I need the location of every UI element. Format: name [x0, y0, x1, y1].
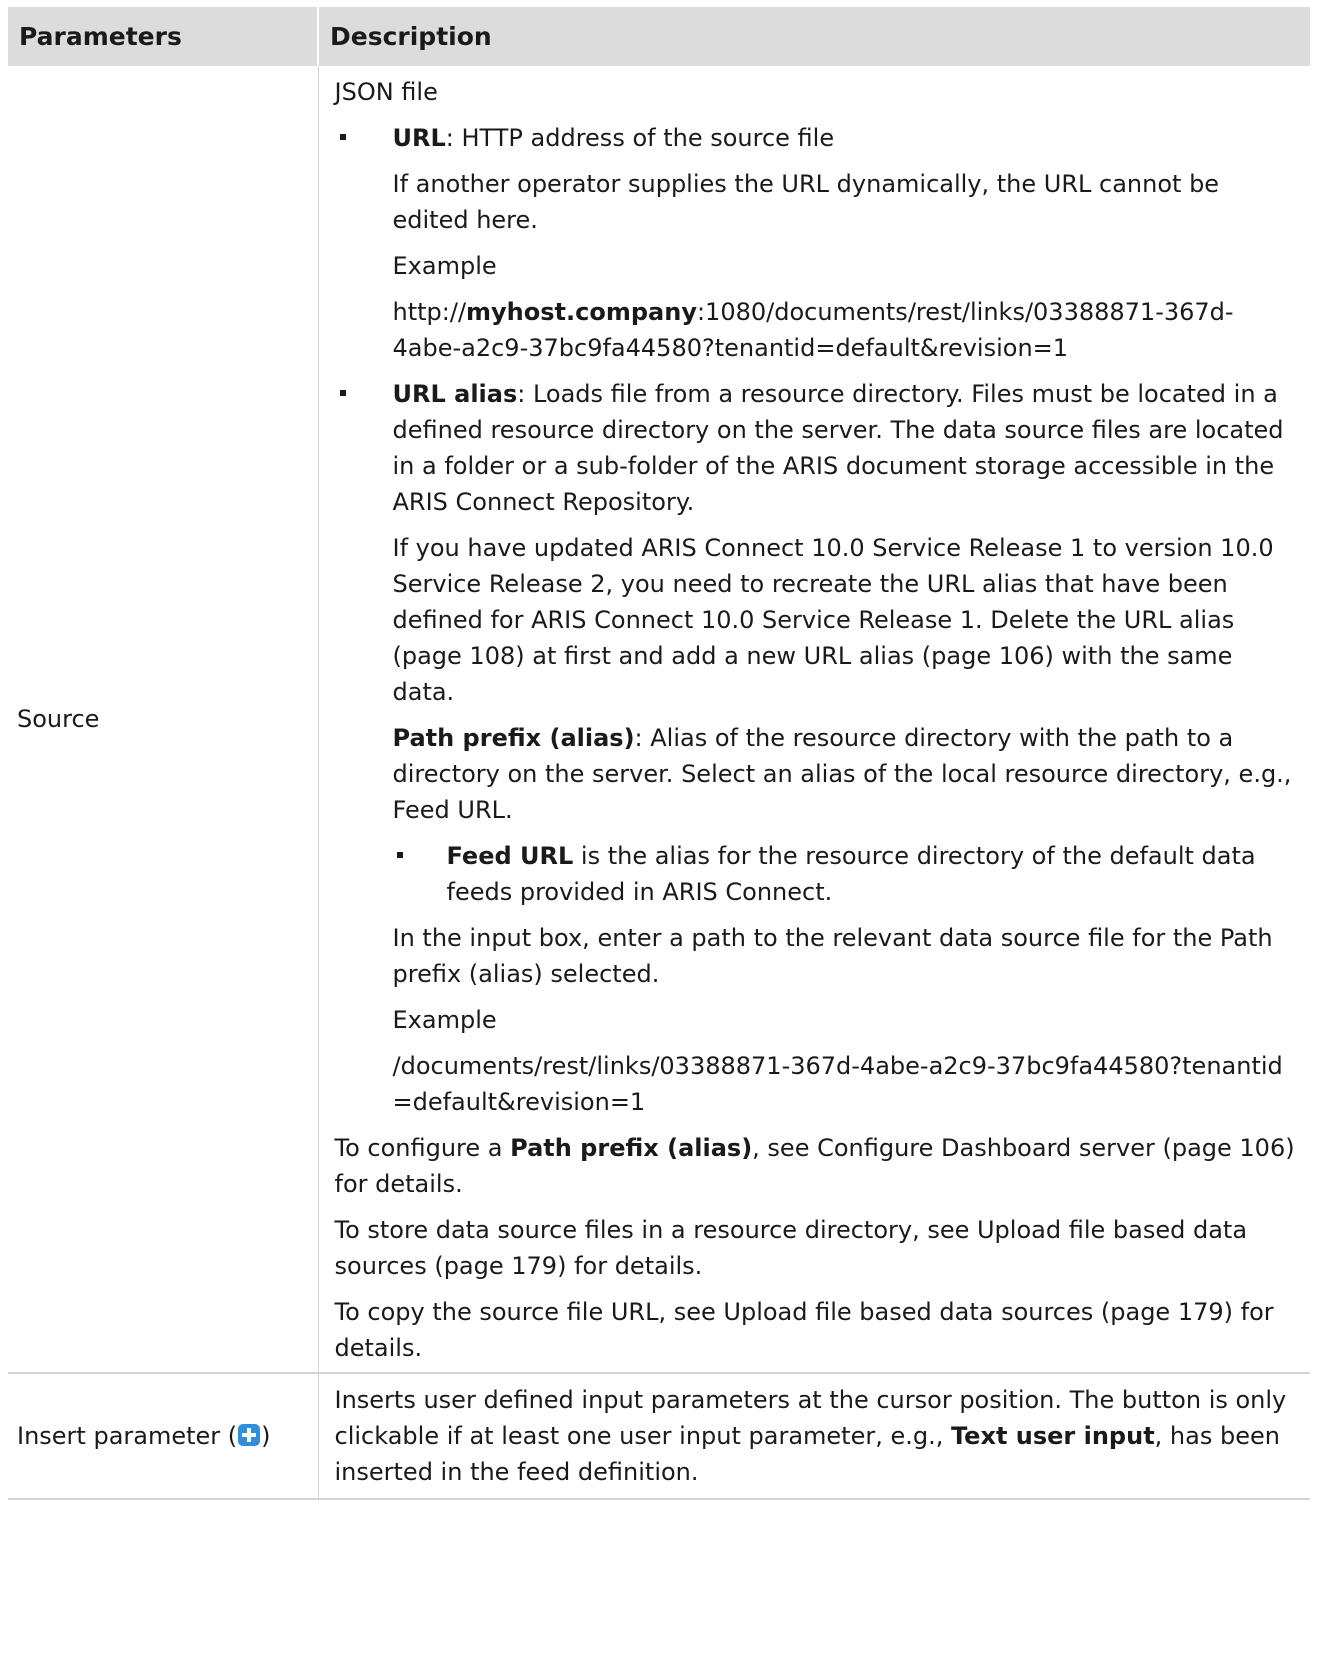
store-note: To store data source files in a resource…: [334, 1216, 1248, 1280]
table-row: Source JSON file URL: HTTP address of th…: [8, 66, 1310, 1374]
table-row: Insert parameter () Inserts user defined…: [8, 1373, 1310, 1500]
desc-source: JSON file URL: HTTP address of the sourc…: [318, 66, 1310, 1374]
bullet-feed-url: Feed URL is the alias for the resource d…: [335, 838, 1297, 910]
param-insert-parameter: Insert parameter (): [8, 1373, 319, 1500]
header-parameters: Parameters: [8, 7, 319, 66]
url-alias-label: URL alias: [392, 380, 518, 408]
update-note: If you have updated ARIS Connect 10.0 Se…: [392, 534, 1274, 706]
url-example-label: Example: [392, 252, 497, 280]
url-example: http://myhost.company:1080/documents/res…: [392, 298, 1234, 362]
source-intro: JSON file: [334, 78, 438, 106]
alias-example-label: Example: [392, 1006, 497, 1034]
table-header-row: Parameters Description: [8, 7, 1310, 66]
url-alias-text: : Loads file from a resource directory. …: [392, 380, 1284, 516]
config-note: To configure a Path prefix (alias), see …: [334, 1134, 1295, 1198]
bullet-square-icon: [339, 390, 346, 396]
url-text: : HTTP address of the source file: [445, 124, 835, 152]
plus-icon: [238, 1424, 261, 1446]
bullet-square-icon: [396, 852, 403, 858]
bullet-square-icon: [339, 134, 346, 140]
desc-insert-parameter: Inserts user defined input parameters at…: [318, 1373, 1310, 1500]
parameters-table-container: Parameters Description Source JSON file …: [8, 7, 1310, 1500]
url-note: If another operator supplies the URL dyn…: [392, 170, 1220, 234]
alias-example: /documents/rest/links/03388871-367d-4abe…: [392, 1052, 1283, 1116]
param-source: Source: [8, 66, 319, 1374]
feed-url-label: Feed URL: [446, 842, 574, 870]
bullet-url: URL: HTTP address of the source file: [335, 120, 1297, 156]
copy-note: To copy the source file URL, see Upload …: [334, 1298, 1274, 1362]
bullet-url-alias: URL alias: Loads file from a resource di…: [335, 376, 1297, 520]
url-label: URL: [392, 124, 446, 152]
parameters-table: Parameters Description Source JSON file …: [8, 7, 1310, 1500]
header-description: Description: [318, 7, 1310, 66]
input-note: In the input box, enter a path to the re…: [392, 924, 1273, 988]
path-prefix: Path prefix (alias): Alias of the resour…: [392, 724, 1292, 824]
